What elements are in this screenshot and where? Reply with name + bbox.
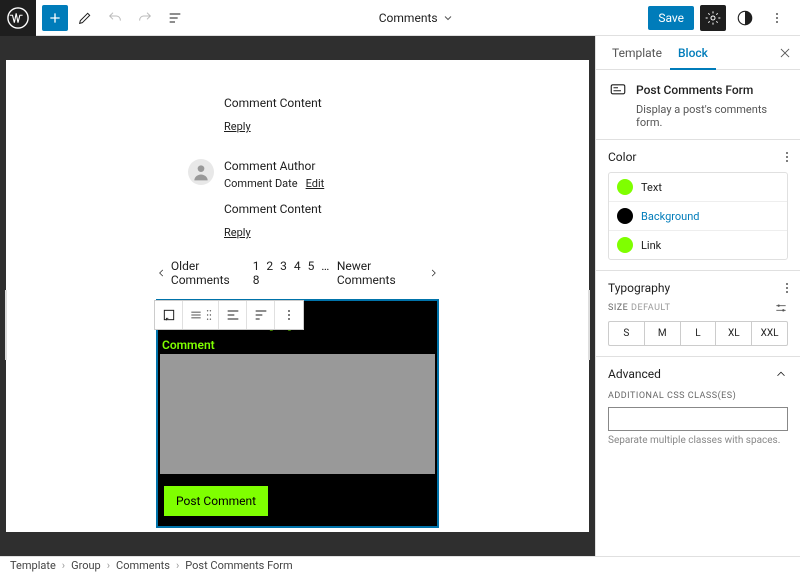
color-title: Color — [608, 150, 636, 164]
tab-template[interactable]: Template — [604, 36, 670, 70]
list-view-button[interactable] — [162, 5, 188, 31]
undo-button[interactable] — [102, 5, 128, 31]
add-block-button[interactable] — [42, 5, 68, 31]
breadcrumb-item[interactable]: Post Comments Form — [185, 559, 292, 572]
color-options-button[interactable] — [786, 152, 788, 162]
wp-logo[interactable] — [0, 0, 36, 36]
comment-date: Comment Date — [224, 177, 298, 190]
css-classes-input[interactable] — [608, 407, 788, 431]
block-toolbar — [154, 300, 304, 330]
justify-button[interactable] — [247, 301, 275, 329]
settings-sidebar: Template Block Post Comments Form Displa… — [595, 36, 800, 556]
comments-pagination: Older Comments 1 2 3 4 5 … 8 Newer Comme… — [6, 247, 589, 299]
block-breadcrumb: Template› Group› Comments› Post Comments… — [0, 556, 800, 574]
edit-tool-button[interactable] — [72, 5, 98, 31]
avatar-icon — [188, 159, 214, 185]
comment-item: Comment Content Reply — [6, 90, 589, 137]
reply-link[interactable]: Reply — [224, 226, 324, 239]
breadcrumb-item[interactable]: Group — [71, 559, 101, 572]
redo-button[interactable] — [132, 5, 158, 31]
editor-canvas-wrap: Comment Content Reply Comment Author Com… — [0, 36, 595, 556]
comment-textarea[interactable] — [160, 354, 435, 474]
newer-comments-link[interactable]: Newer Comments — [337, 259, 439, 287]
comment-label: Comment — [158, 338, 437, 354]
resize-handle-right[interactable] — [588, 290, 590, 360]
save-button[interactable]: Save — [648, 6, 694, 30]
size-settings-icon[interactable] — [774, 301, 788, 315]
chevron-up-icon — [774, 367, 788, 381]
more-options-button[interactable] — [764, 5, 790, 31]
color-text-button[interactable]: Text — [609, 173, 787, 202]
advanced-toggle[interactable]: Advanced — [608, 367, 788, 381]
reply-link[interactable]: Reply — [224, 120, 322, 133]
close-sidebar-button[interactable] — [778, 46, 792, 60]
comment-author: Comment Author — [224, 159, 324, 173]
color-link-button[interactable]: Link — [609, 231, 787, 259]
size-xl[interactable]: XL — [716, 322, 752, 345]
size-l[interactable]: L — [681, 322, 717, 345]
tab-block[interactable]: Block — [670, 36, 716, 70]
block-description: Display a post's comments form. — [636, 103, 788, 129]
comment-content: Comment Content — [224, 94, 322, 110]
post-comment-button[interactable]: Post Comment — [164, 486, 268, 516]
sidebar-tabs: Template Block — [596, 36, 800, 70]
advanced-panel: Advanced ADDITIONAL CSS CLASS(ES) Separa… — [596, 357, 800, 456]
size-m[interactable]: M — [645, 322, 681, 345]
topbar-actions: Save — [638, 5, 800, 31]
typography-title: Typography — [608, 281, 670, 295]
breadcrumb-item[interactable]: Template — [10, 559, 56, 572]
move-button[interactable] — [183, 301, 219, 329]
post-comments-form-block[interactable]: Leave a Reply Comment Post Comment — [156, 299, 439, 528]
settings-button[interactable] — [700, 5, 726, 31]
typography-options-button[interactable] — [786, 283, 788, 293]
page-numbers[interactable]: 1 2 3 4 5 … 8 — [253, 259, 337, 287]
block-options-button[interactable] — [275, 301, 303, 329]
block-info-panel: Post Comments Form Display a post's comm… — [596, 70, 800, 140]
document-title[interactable]: Comments — [194, 11, 638, 25]
comments-form-icon — [608, 80, 628, 100]
typography-panel: Typography SIZE DEFAULT S M L XL XXL — [596, 271, 800, 357]
align-button[interactable] — [219, 301, 247, 329]
block-name: Post Comments Form — [636, 83, 753, 97]
editor-canvas[interactable]: Comment Content Reply Comment Author Com… — [6, 60, 589, 532]
topbar-tools — [36, 5, 194, 31]
doc-title-text: Comments — [379, 11, 438, 25]
css-classes-label: ADDITIONAL CSS CLASS(ES) — [608, 391, 736, 401]
font-size-group: S M L XL XXL — [608, 321, 788, 346]
css-classes-hint: Separate multiple classes with spaces. — [608, 435, 788, 446]
comment-content: Comment Content — [224, 200, 324, 216]
styles-button[interactable] — [732, 5, 758, 31]
block-type-button[interactable] — [155, 301, 183, 329]
older-comments-link[interactable]: Older Comments — [156, 259, 253, 287]
size-s[interactable]: S — [609, 322, 645, 345]
topbar: Comments Save — [0, 0, 800, 36]
edit-link[interactable]: Edit — [306, 177, 325, 190]
resize-handle-left[interactable] — [5, 290, 7, 360]
color-background-button[interactable]: Background — [609, 202, 787, 231]
size-xxl[interactable]: XXL — [752, 322, 787, 345]
color-panel: Color Text Background Link — [596, 140, 800, 271]
breadcrumb-item[interactable]: Comments — [116, 559, 170, 572]
chevron-down-icon — [442, 12, 454, 24]
comment-item: Comment Author Comment Date Edit Comment … — [6, 155, 589, 243]
